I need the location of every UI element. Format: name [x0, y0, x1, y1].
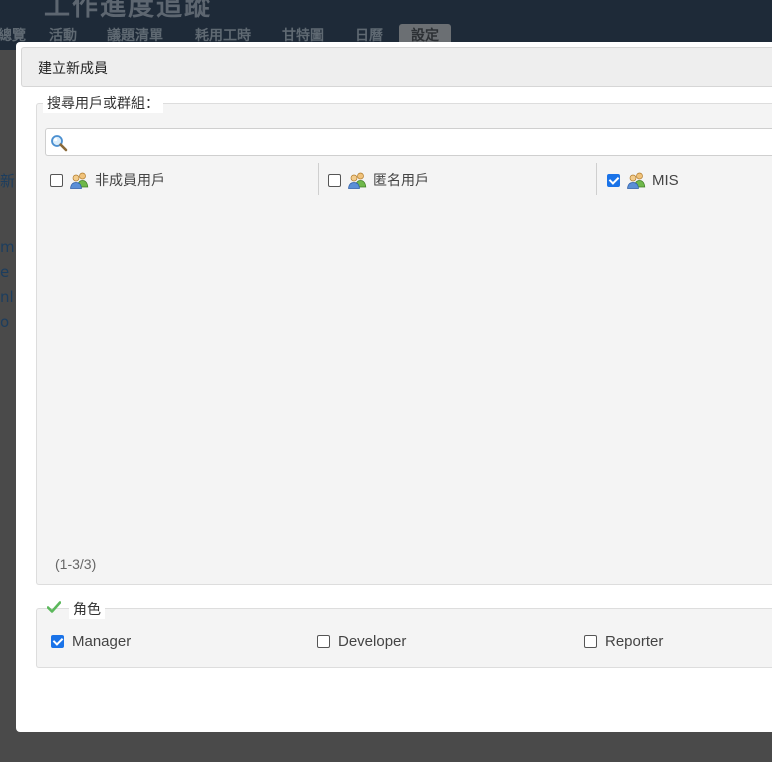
group-icon — [627, 172, 646, 189]
checkmark-icon — [47, 601, 61, 613]
role-label: Manager — [72, 633, 132, 650]
dialog-titlebar[interactable]: 建立新成員 — [21, 47, 772, 87]
role-item-reporter[interactable]: Reporter — [584, 633, 663, 650]
principal-label: 匿名用戶 — [373, 173, 429, 189]
principal-label: 非成員用戶 — [95, 173, 165, 189]
column-divider — [596, 163, 597, 195]
background-text: e — [0, 263, 10, 281]
principals-legend: 搜尋用戶或群組： — [43, 93, 163, 113]
role-label: Developer — [338, 633, 407, 650]
roles-legend: 角色 — [69, 599, 105, 619]
new-member-dialog: 建立新成員 搜尋用戶或群組： 非成員用戶 匿名用戶 MIS (1-3/3) 角色… — [16, 42, 772, 732]
pagination-info: (1-3/3) — [55, 556, 97, 572]
background-text: m — [0, 238, 15, 256]
principal-checkbox[interactable] — [50, 173, 63, 187]
group-icon — [70, 172, 89, 189]
dialog-title: 建立新成員 — [38, 61, 108, 77]
role-checkbox[interactable] — [51, 635, 64, 648]
background-text: 新 — [0, 172, 16, 190]
group-icon — [348, 172, 367, 189]
role-checkbox[interactable] — [584, 635, 597, 648]
column-divider — [318, 163, 319, 195]
background-text: o — [0, 313, 10, 331]
principal-checkbox[interactable] — [328, 173, 341, 187]
principal-item-anonymous[interactable]: 匿名用戶 — [328, 165, 429, 195]
magnifier-icon — [51, 135, 68, 152]
principal-search-input[interactable] — [45, 128, 772, 156]
project-title: 工作進度追蹤 — [44, 0, 213, 22]
role-item-manager[interactable]: Manager — [51, 633, 131, 650]
principal-item-mis[interactable]: MIS — [607, 165, 679, 195]
principal-label: MIS — [652, 171, 679, 189]
principal-checkbox[interactable] — [607, 173, 620, 187]
role-checkbox[interactable] — [317, 635, 330, 648]
role-label: Reporter — [605, 633, 664, 650]
principal-item-non-member[interactable]: 非成員用戶 — [50, 165, 165, 195]
background-text: nl — [0, 288, 14, 306]
role-item-developer[interactable]: Developer — [317, 633, 406, 650]
